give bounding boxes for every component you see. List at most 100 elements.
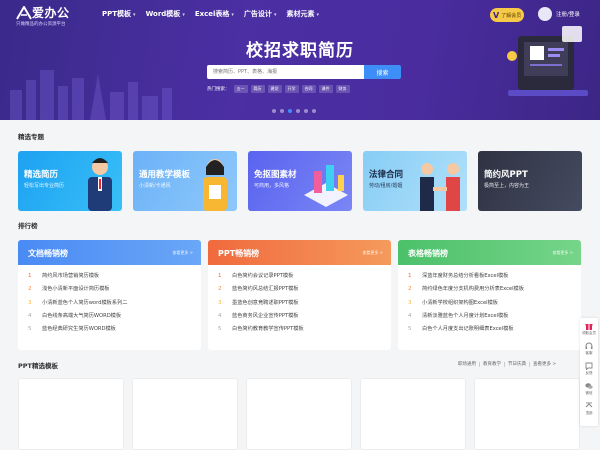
site-logo[interactable]: 爱办公 只做精品的办公资源平台 — [16, 4, 96, 30]
carousel-dots — [272, 109, 320, 113]
card-title: 免抠图素材 — [254, 170, 297, 180]
hot-tag[interactable]: 简历 — [250, 85, 265, 93]
item-title: 简约绿色年度分支机构费用分析表Excel模板 — [422, 286, 524, 293]
carousel-dot[interactable] — [280, 109, 284, 113]
vip-button[interactable]: V 了解会员 — [490, 8, 524, 22]
board-list: 1 简约风市场营销简历模板 2 浅色小清新平面设计简历模板 3 小清新蓝色个人简历wo… — [18, 265, 201, 336]
item-title: 白色简约会议记录PPT模板 — [232, 273, 294, 279]
list-item[interactable]: 1 白色简约会议记录PPT模板 — [218, 270, 391, 283]
template-thumbnail[interactable] — [246, 378, 352, 450]
toolbar-back-to-top[interactable]: 顶部 — [580, 400, 598, 418]
list-item[interactable]: 5 白色个人月度支出记账明细表Excel模板 — [408, 323, 581, 336]
rank-number: 1 — [28, 273, 32, 279]
item-title: 白色个人月度支出记账明细表Excel模板 — [422, 326, 514, 333]
floating-toolbar: 领取会员 客服 反馈 微信 顶部 — [580, 318, 598, 426]
toolbar-wechat[interactable]: 微信 — [580, 380, 598, 398]
template-thumbnail[interactable] — [474, 378, 580, 450]
carousel-dot[interactable] — [304, 109, 308, 113]
card-title: 简约风PPT — [484, 170, 528, 180]
service-icon — [585, 342, 593, 349]
nav-item-materials[interactable]: 素材元素 ▾ — [286, 9, 319, 19]
card-subtitle: 劳动/租房/婚姻 — [369, 183, 403, 189]
hot-tag[interactable]: 开学 — [284, 85, 299, 93]
hot-tag[interactable]: 合同 — [301, 85, 316, 93]
hot-tag[interactable]: 建党 — [267, 85, 282, 93]
tab-festival[interactable]: 节日庆典 — [505, 361, 529, 367]
item-title: 白色简约教育教学宣传PPT模板 — [232, 326, 304, 333]
list-item[interactable]: 3 小清新学校组织架构图Excel模板 — [408, 297, 581, 310]
toolbar-label: 领取会员 — [582, 331, 596, 335]
toolbar-feedback[interactable]: 反馈 — [580, 360, 598, 378]
toolbar-gift[interactable]: 领取会员 — [580, 320, 598, 338]
list-item[interactable]: 4 蓝色商务风企业宣传PPT模板 — [218, 310, 391, 323]
search-input[interactable] — [207, 65, 364, 79]
featured-card-resume[interactable]: 精选简历 轻松写出专业简历 — [18, 151, 122, 211]
chevron-down-icon: ▾ — [273, 12, 277, 18]
hot-tag[interactable]: 五一 — [233, 85, 248, 93]
rank-number: 5 — [408, 326, 412, 333]
login-link[interactable]: 注册/登录 — [556, 10, 580, 18]
tab-education[interactable]: 教育教学 — [480, 361, 504, 367]
featured-card-teaching[interactable]: 通用教学模板 小清新/卡通风 — [133, 151, 237, 211]
hero-banner[interactable]: 爱办公 只做精品的办公资源平台 PPT模板 ▾ Word模板 ▾ Excel表格 ▾ … — [0, 0, 600, 120]
view-more-link[interactable]: 查看更多 > — [552, 250, 573, 256]
ppt-section-title: PPT精选模板 — [18, 362, 58, 370]
list-item[interactable]: 1 深蓝年度财务总结分析看板Excel模板 — [408, 270, 581, 283]
board-list: 1 深蓝年度财务总结分析看板Excel模板 2 简约绿色年度分支机构费用分析表Exc… — [398, 265, 581, 336]
isometric-office-illustration — [304, 165, 348, 207]
hot-tag[interactable]: 财务 — [335, 85, 350, 93]
carousel-dot-active[interactable] — [288, 109, 292, 113]
list-item[interactable]: 1 简约风市场营销简历模板 — [28, 270, 201, 283]
teacher-illustration — [203, 159, 227, 211]
template-thumbnail[interactable] — [18, 378, 124, 450]
rank-number: 1 — [218, 273, 222, 279]
list-item[interactable]: 4 白色线条高端大气简历WORD模板 — [28, 310, 201, 323]
rank-number: 3 — [218, 299, 222, 306]
tab-view-more[interactable]: 查看更多 > — [530, 361, 559, 367]
toolbar-service[interactable]: 客服 — [580, 340, 598, 358]
rank-number: 3 — [408, 299, 412, 306]
nav-item-ppt[interactable]: PPT模板 ▾ — [102, 9, 136, 19]
featured-card-simple-ppt[interactable]: 简约风PPT 极简至上，内容为王 — [478, 151, 582, 211]
carousel-dot[interactable] — [272, 109, 276, 113]
item-title: 蓝色商务风企业宣传PPT模板 — [232, 312, 299, 319]
hot-tag[interactable]: 课件 — [318, 85, 333, 93]
list-item[interactable]: 2 简约绿色年度分支机构费用分析表Excel模板 — [408, 283, 581, 296]
item-title: 墨蓝色创意竞聘述职PPT模板 — [232, 299, 299, 306]
tab-workplace[interactable]: 职场通用 — [455, 361, 479, 367]
hero-title: 校招求职简历 — [246, 41, 354, 61]
nav-item-excel[interactable]: Excel表格 ▾ — [195, 9, 234, 19]
avatar[interactable] — [538, 7, 552, 21]
list-item[interactable]: 5 蓝色经典研究生简历WORD模板 — [28, 323, 201, 336]
nav-label: Excel表格 — [194, 10, 230, 18]
item-title: 清新淡雅蓝色个人月度计划Excel模板 — [422, 312, 509, 319]
carousel-dot[interactable] — [296, 109, 300, 113]
template-thumbnail[interactable] — [132, 378, 238, 450]
toolbar-label: 反馈 — [585, 371, 593, 375]
nav-item-word[interactable]: Word模板 ▾ — [146, 9, 185, 19]
list-item[interactable]: 3 小清新蓝色个人简历word模板系列二 — [28, 297, 201, 310]
item-title: 简约风市场营销简历模板 — [42, 273, 100, 279]
view-more-link[interactable]: 查看更多 > — [172, 250, 193, 256]
item-title: 浅色小清新平面设计简历模板 — [42, 286, 110, 293]
carousel-dot[interactable] — [312, 109, 316, 113]
item-title: 白色线条高端大气简历WORD模板 — [42, 312, 122, 319]
featured-card-cutout[interactable]: 免抠图素材 可商用，多风格 — [248, 151, 352, 211]
view-more-link[interactable]: 查看更多 > — [362, 250, 383, 256]
board-header: PPT畅销榜 查看更多 > — [208, 240, 391, 265]
city-skyline-illustration — [10, 70, 172, 120]
template-thumbnail[interactable] — [360, 378, 466, 450]
search-button[interactable]: 搜索 — [364, 65, 401, 79]
rank-number: 2 — [408, 286, 412, 293]
list-item[interactable]: 3 墨蓝色创意竞聘述职PPT模板 — [218, 297, 391, 310]
ranking-section-title: 排行榜 — [18, 222, 38, 230]
card-subtitle: 极简至上，内容为王 — [484, 183, 530, 189]
list-item[interactable]: 4 清新淡雅蓝色个人月度计划Excel模板 — [408, 310, 581, 323]
list-item[interactable]: 2 浅色小清新平面设计简历模板 — [28, 283, 201, 296]
nav-item-ad-design[interactable]: 广告设计 ▾ — [244, 9, 277, 19]
search-bar: 搜索 — [207, 65, 401, 79]
list-item[interactable]: 5 白色简约教育教学宣传PPT模板 — [218, 323, 391, 336]
list-item[interactable]: 2 蓝色简约风总结汇报PPT模板 — [218, 283, 391, 296]
featured-card-contract[interactable]: 法律合同 劳动/租房/婚姻 — [363, 151, 467, 211]
item-title: 小清新学校组织架构图Excel模板 — [422, 299, 498, 306]
